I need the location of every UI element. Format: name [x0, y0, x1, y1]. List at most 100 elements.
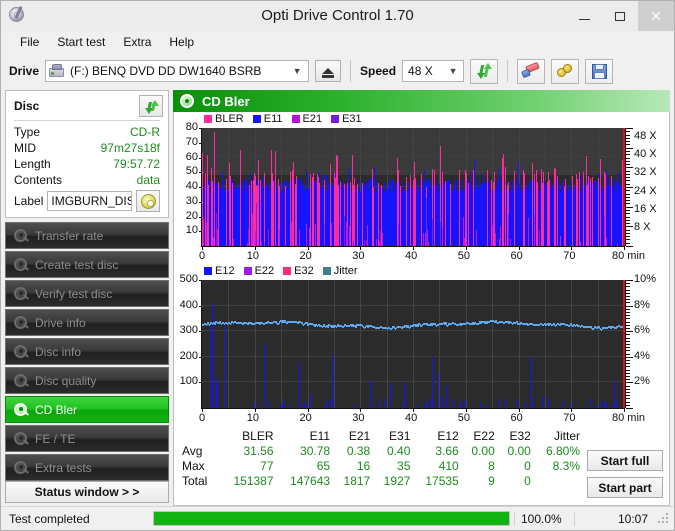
grid-line — [439, 280, 440, 408]
disc-refresh-button[interactable] — [139, 95, 163, 117]
save-button[interactable] — [585, 58, 614, 84]
stats-cell: 0.00 — [471, 444, 495, 458]
y-axis-tick-label: 70 — [185, 135, 198, 148]
maximize-button[interactable] — [602, 1, 638, 31]
data-bar — [405, 382, 406, 408]
sidebar-item-label: Disc info — [35, 344, 82, 359]
sidebar-item-cd-bler[interactable]: CD Bler — [5, 396, 169, 423]
optical-drive-icon — [49, 64, 65, 78]
right-axis-tick — [626, 128, 633, 129]
grid-line — [519, 280, 520, 408]
chart-bler-canvas[interactable] — [202, 128, 624, 246]
sidebar-item-disc-quality[interactable]: Disc quality — [5, 367, 169, 394]
eject-button[interactable] — [315, 60, 342, 82]
drive-select[interactable]: (F:) BENQ DVD DD DW1640 BSRB ▼ — [45, 60, 310, 82]
data-bar — [548, 397, 549, 408]
sidebar-item-verify-test-disc[interactable]: Verify test disc — [5, 280, 169, 307]
data-bar — [499, 398, 500, 408]
main-body: Disc Type CD-R MID 97m27s18f Length 79:5… — [1, 90, 674, 506]
speed-select[interactable]: 48 X ▼ — [402, 60, 465, 82]
x-axis-tick-label: 70 — [563, 250, 576, 262]
divider — [14, 120, 160, 121]
sidebar-item-disc-info[interactable]: Disc info — [5, 338, 169, 365]
speed-label: Speed — [360, 64, 397, 78]
data-bar — [446, 384, 447, 408]
legend-item: E11 — [252, 113, 283, 125]
right-axis-tick — [626, 347, 630, 348]
bookmark-button[interactable] — [551, 58, 580, 84]
status-window-button[interactable]: Status window > > — [5, 481, 169, 503]
data-bar — [516, 399, 517, 408]
toolbar: Drive (F:) BENQ DVD DD DW1640 BSRB ▼ Spe… — [1, 52, 674, 90]
sidebar-item-transfer-rate[interactable]: Transfer rate — [5, 222, 169, 249]
disc-row-key: MID — [14, 141, 36, 155]
start-full-button[interactable]: Start full — [587, 450, 663, 471]
menu-help[interactable]: Help — [160, 33, 203, 51]
menu-start-test[interactable]: Start test — [48, 33, 114, 51]
right-axis-tick — [626, 164, 630, 165]
disc-label-row: Label IMGBURN_DIS — [14, 190, 160, 212]
eject-icon — [322, 68, 335, 78]
right-axis-tick — [626, 210, 630, 211]
x-axis-tick-label: 0 — [199, 412, 206, 424]
right-axis-tick — [626, 373, 630, 374]
menu-file[interactable]: File — [11, 33, 48, 51]
sidebar-item-extra-tests[interactable]: Extra tests — [5, 454, 169, 481]
tab-cd-bler[interactable]: CD Bler — [173, 90, 670, 112]
right-axis-tick — [626, 135, 630, 136]
grid-line — [387, 280, 388, 408]
stats-cell: 3.66 — [435, 444, 459, 458]
start-part-button[interactable]: Start part — [587, 477, 663, 498]
resize-grip[interactable] — [658, 512, 670, 525]
disc-row-value: 79:57.72 — [113, 157, 160, 171]
disc-label-input[interactable]: IMGBURN_DIS — [47, 191, 132, 211]
data-bar — [216, 377, 217, 408]
right-axis-tick — [626, 226, 633, 227]
sidebar-item-label: Create test disc — [35, 257, 119, 272]
disc-row-key: Type — [14, 125, 41, 139]
right-axis-tick — [626, 296, 630, 297]
drive-select-value: (F:) BENQ DVD DD DW1640 BSRB — [70, 64, 262, 78]
x-axis-tick-label: 20 — [299, 250, 312, 262]
test-buttons: Start full Start part — [587, 450, 663, 498]
close-button[interactable]: ✕ — [638, 1, 674, 31]
right-axis-tick — [626, 213, 630, 214]
menu-extra[interactable]: Extra — [114, 33, 160, 51]
data-bar — [590, 399, 591, 408]
status-text: Test completed — [9, 511, 90, 526]
right-axis-tick — [626, 187, 633, 188]
right-axis-tick — [626, 233, 630, 234]
stats-cell: 31.56 — [243, 444, 274, 458]
stats-cell: 17535 — [425, 474, 459, 488]
x-axis-tick-label: 10 — [246, 250, 259, 262]
stats-cell: 1927 — [383, 474, 411, 488]
disc-scan-icon — [14, 315, 29, 330]
stats-cell: 65 — [316, 459, 331, 473]
disc-row-value: data — [136, 173, 160, 187]
chart-e12-canvas[interactable] — [202, 280, 624, 408]
right-axis-tick-label: 8% — [634, 298, 650, 311]
sidebar-item-drive-info[interactable]: Drive info — [5, 309, 169, 336]
data-bar — [210, 326, 211, 408]
right-axis-tick — [626, 293, 630, 294]
erase-button[interactable] — [517, 58, 546, 84]
minimize-button[interactable] — [566, 1, 602, 31]
disc-label-button[interactable] — [136, 190, 160, 212]
stats-cell: 147643 — [290, 474, 331, 488]
right-axis-tick — [626, 398, 630, 399]
coins-icon — [556, 63, 574, 79]
x-axis-tick-label: 30 — [352, 250, 365, 262]
right-axis-tick — [626, 376, 630, 377]
stats-cell: 8 — [488, 459, 495, 473]
sidebar-item-fe-te[interactable]: FE / TE — [5, 425, 169, 452]
grid-line — [492, 280, 493, 408]
data-bar — [370, 380, 371, 408]
sidebar-item-create-test-disc[interactable]: Create test disc — [5, 251, 169, 278]
x-axis-tick — [308, 247, 309, 250]
right-axis-tick — [626, 392, 630, 393]
right-axis-tick — [626, 357, 633, 358]
refresh-button[interactable] — [470, 58, 499, 84]
right-axis-tick-label: 10% — [634, 273, 657, 285]
right-axis-tick — [626, 331, 633, 332]
x-axis-tick-label: 50 — [457, 412, 470, 424]
